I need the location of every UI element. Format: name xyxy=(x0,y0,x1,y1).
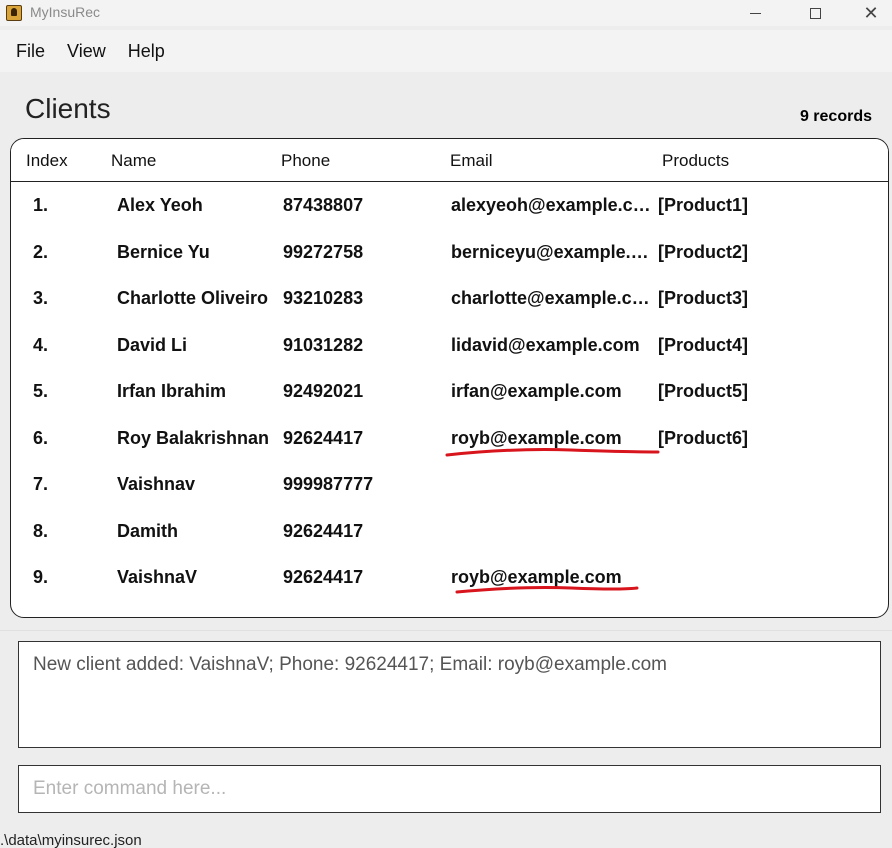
cell-products: [Product4] xyxy=(658,334,748,355)
cell-name: Bernice Yu xyxy=(117,241,210,262)
cell-name: Roy Balakrishnan xyxy=(117,427,270,448)
table-row[interactable]: 9. VaishnaV 92624417 royb@example.com xyxy=(11,567,888,613)
maximize-button[interactable] xyxy=(790,0,840,26)
cell-index: 8. xyxy=(33,520,49,541)
column-header-index[interactable]: Index xyxy=(26,151,68,171)
cell-index: 9. xyxy=(33,567,49,587)
cell-phone: 92624417 xyxy=(283,567,364,587)
divider xyxy=(0,630,892,631)
cell-products: [Product5] xyxy=(658,381,748,401)
cell-products: [Product2] xyxy=(658,241,748,262)
cell-index: 5. xyxy=(33,381,49,401)
command-input[interactable] xyxy=(19,766,880,812)
cell-products: [Product3] xyxy=(658,288,748,308)
record-count: 9 records xyxy=(799,108,872,125)
cell-email: lidavid@example.com xyxy=(451,334,640,355)
menu-help[interactable]: Help xyxy=(128,41,165,62)
cell-phone: 92492021 xyxy=(283,381,364,401)
minimize-button[interactable] xyxy=(730,0,780,26)
cell-index: 7. xyxy=(33,474,49,494)
command-box xyxy=(18,765,881,813)
window-title: MyInsuRec xyxy=(30,4,101,20)
table-row[interactable]: 1. Alex Yeoh 87438807 alexyeoh@example.com[… xyxy=(11,195,888,241)
cell-name: Damith xyxy=(117,520,179,541)
cell-email: charlotte@example.com xyxy=(451,288,658,308)
table-header: Index Name Phone Email Products xyxy=(11,139,888,182)
column-header-name[interactable]: Name xyxy=(111,151,156,171)
column-header-phone[interactable]: Phone xyxy=(281,151,330,171)
cell-phone: 91031282 xyxy=(283,334,364,355)
clients-table: Index Name Phone Email Products 1. Alex Y… xyxy=(10,138,889,618)
cell-phone: 999987777 xyxy=(283,474,374,494)
column-header-email[interactable]: Email xyxy=(450,151,493,171)
menu-bar: File View Help xyxy=(0,30,892,72)
menu-view[interactable]: View xyxy=(67,41,106,62)
menu-file[interactable]: File xyxy=(16,41,45,62)
cell-products: [Product6] xyxy=(658,427,748,448)
title-bar: MyInsuRec ✕ xyxy=(0,0,892,26)
cell-email: irfan@example.com xyxy=(451,381,622,401)
app-icon xyxy=(6,5,22,21)
cell-name: Vaishnav xyxy=(117,474,196,494)
cell-name: Charlotte Oliveiro xyxy=(117,288,269,308)
cell-index: 3. xyxy=(33,288,49,308)
close-icon: ✕ xyxy=(863,2,879,23)
cell-index: 2. xyxy=(33,241,49,262)
cell-products: [Product1] xyxy=(658,195,748,215)
table-row[interactable]: 3. Charlotte Oliveiro 93210283 charlotte@ex… xyxy=(11,288,888,334)
cell-name: Alex Yeoh xyxy=(117,195,203,215)
cell-name: Irfan Ibrahim xyxy=(117,381,227,401)
maximize-icon xyxy=(809,7,821,19)
cell-phone: 92624417 xyxy=(283,427,364,448)
table-row[interactable]: 4. David Li 91031282 lidavid@example.com [Pr… xyxy=(11,335,888,381)
minimize-icon xyxy=(749,12,761,14)
table-row[interactable]: 7. Vaishnav 999987777 xyxy=(11,474,888,520)
cell-name: VaishnaV xyxy=(117,567,198,587)
cell-index: 4. xyxy=(33,334,49,355)
cell-email: berniceyu@example.com xyxy=(451,241,658,262)
column-header-products[interactable]: Products xyxy=(662,151,729,171)
table-row[interactable]: 5. Irfan Ibrahim 92492021 irfan@example.com… xyxy=(11,381,888,427)
table-row[interactable]: 2. Bernice Yu 99272758 berniceyu@example.co… xyxy=(11,242,888,288)
table-row[interactable]: 8. Damith 92624417 xyxy=(11,521,888,567)
cell-email: alexyeoh@example.com xyxy=(451,195,658,215)
close-button[interactable]: ✕ xyxy=(846,0,892,26)
cell-name: David Li xyxy=(117,334,188,355)
cell-phone: 87438807 xyxy=(283,195,364,215)
clients-title: Clients xyxy=(25,93,111,124)
cell-phone: 93210283 xyxy=(283,288,364,308)
status-bar-path: .\data\myinsurec.json xyxy=(0,832,142,848)
cell-phone: 92624417 xyxy=(283,520,364,541)
cell-email: royb@example.com xyxy=(451,427,622,448)
cell-email: royb@example.com xyxy=(451,567,622,587)
table-row[interactable]: 6. Roy Balakrishnan 92624417 royb@example.c… xyxy=(11,428,888,474)
result-display: New client added: VaishnaV; Phone: 92624… xyxy=(18,641,881,748)
cell-index: 1. xyxy=(33,195,49,215)
cell-phone: 99272758 xyxy=(283,241,364,262)
result-message: New client added: VaishnaV; Phone: 92624… xyxy=(33,654,667,675)
cell-index: 6. xyxy=(33,427,49,448)
